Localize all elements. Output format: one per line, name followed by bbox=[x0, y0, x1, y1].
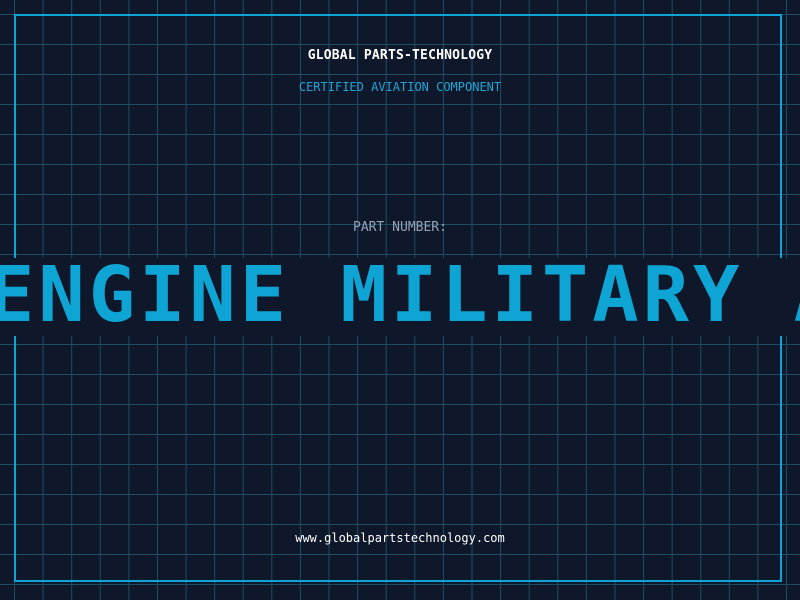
label-canvas: GLOBAL PARTS-TECHNOLOGY CERTIFIED AVIATI… bbox=[0, 0, 800, 600]
part-number-band: ENGINE MILITARY AIR bbox=[0, 258, 800, 336]
website-url: www.globalpartstechnology.com bbox=[295, 531, 505, 545]
part-number-label: PART NUMBER: bbox=[353, 220, 447, 235]
part-number-value: ENGINE MILITARY AIR bbox=[0, 258, 800, 336]
certification-subtitle: CERTIFIED AVIATION COMPONENT bbox=[298, 80, 502, 94]
company-name: GLOBAL PARTS-TECHNOLOGY bbox=[307, 48, 493, 63]
